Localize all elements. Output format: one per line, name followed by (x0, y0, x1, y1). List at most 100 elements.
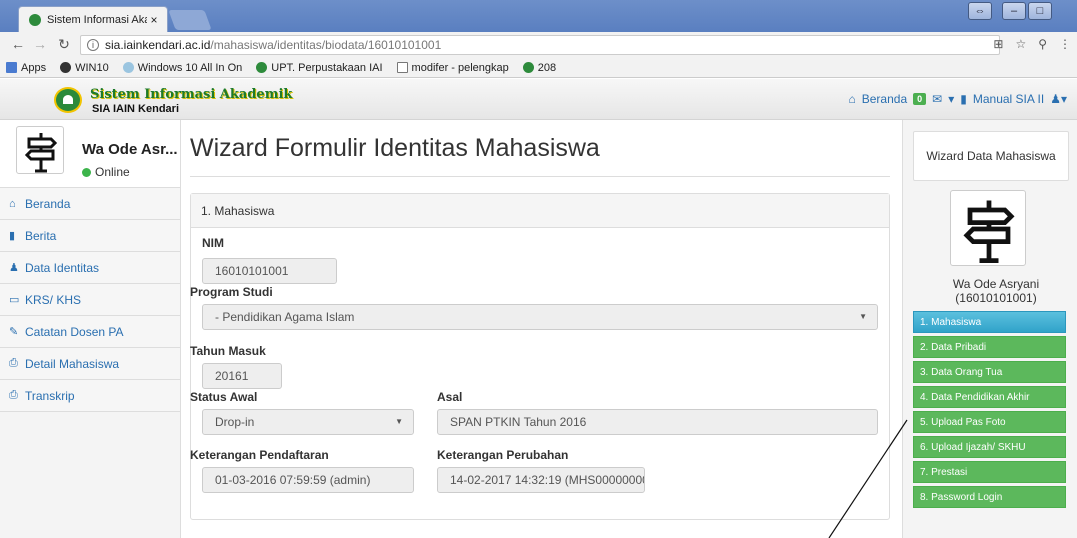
wizard-user-info: Wa Ode Asryani (16010101001) (913, 277, 1077, 305)
browser-titlebar: Sistem Informasi Akaden × ⇔ – □ (0, 0, 1077, 32)
page-icon (396, 62, 408, 73)
book-icon: ▮ (960, 92, 967, 106)
user-menu-icon[interactable]: ♟▾ (1050, 92, 1067, 106)
ket-perubahan-field[interactable]: 14-02-2017 14:32:19 (MHS00000000 (437, 467, 645, 493)
maximize-icon[interactable]: □ (1028, 2, 1052, 20)
info-icon[interactable]: i (87, 39, 99, 51)
envelope-icon[interactable]: ✉ (932, 92, 942, 106)
tab-close-icon[interactable]: × (147, 13, 161, 27)
translate-icon[interactable]: ⊞ (993, 37, 1003, 51)
online-status: Online (82, 165, 130, 179)
wizard-step-password-login[interactable]: 8. Password Login (913, 486, 1066, 508)
page-title: Wizard Formulir Identitas Mahasiswa (190, 134, 600, 162)
prodi-select[interactable]: - Pendidikan Agama Islam ▼ (202, 304, 878, 330)
wizard-user-nim: (16010101001) (955, 291, 1037, 305)
bookmark-apps[interactable]: Apps (6, 62, 46, 74)
tahun-masuk-field[interactable]: 20161 (202, 363, 282, 389)
new-tab-button[interactable] (168, 10, 212, 30)
prodi-label: Program Studi (190, 285, 273, 299)
signpost-icon (963, 200, 1015, 264)
avatar (16, 126, 64, 174)
back-icon[interactable]: ← (8, 36, 28, 52)
site-favicon-icon (29, 13, 41, 26)
home-icon: ⌂ (9, 197, 16, 210)
reload-icon[interactable]: ↻ (54, 36, 74, 53)
bookmark-star-icon[interactable]: ☆ (1015, 37, 1026, 51)
bookmark-win10[interactable]: WIN10 (60, 62, 109, 74)
panel-heading: 1. Mahasiswa (191, 194, 889, 228)
folder-icon: ▭ (9, 294, 20, 306)
url-field[interactable]: i sia.iainkendari.ac.id/mahasiswa/identi… (80, 35, 1000, 55)
minimize-icon[interactable]: – (1002, 2, 1026, 20)
sidebar-item-krs-khs[interactable]: ▭ KRS/ KHS (0, 284, 180, 316)
brand-title: Sistem Informasi Akademik (90, 87, 293, 102)
left-sidebar: Wa Ode Asr... Online ⌂ Beranda ▮ Berita ♟ D… (0, 120, 181, 538)
wizard-user-name: Wa Ode Asryani (952, 277, 1040, 291)
sidebar-item-data-identitas[interactable]: ♟ Data Identitas (0, 252, 180, 284)
status-awal-select[interactable]: Drop-in ▼ (202, 409, 414, 435)
bookmark-icon (256, 62, 268, 73)
nav-beranda-link[interactable]: Beranda (862, 92, 907, 106)
sidebar-item-beranda[interactable]: ⌂ Beranda (0, 188, 180, 220)
ket-pendaftaran-label: Keterangan Pendaftaran (190, 448, 329, 462)
wizard-step-mahasiswa[interactable]: 1. Mahasiswa (913, 311, 1066, 333)
tab-title: Sistem Informasi Akaden (47, 13, 147, 26)
forward-icon[interactable]: → (30, 36, 50, 52)
apps-grid-icon (6, 62, 17, 73)
sidebar-item-berita[interactable]: ▮ Berita (0, 220, 180, 252)
bookmark-icon (522, 62, 534, 73)
wizard-step-data-orang-tua[interactable]: 3. Data Orang Tua (913, 361, 1066, 383)
chevron-down-icon[interactable]: ▾ (948, 92, 954, 106)
nav-manual-link[interactable]: Manual SIA II (973, 92, 1044, 106)
window-controls-right: – □ (1000, 2, 1052, 20)
bookmark-icon (122, 62, 134, 73)
url-path: /mahasiswa/identitas/biodata/16010101001 (210, 38, 442, 52)
home-icon: ⌂ (848, 92, 856, 106)
bookmarks-bar: Apps WIN10 Windows 10 All In On UPT. Per… (0, 58, 1077, 78)
sidebar-item-catatan-dosen[interactable]: ✎ Catatan Dosen PA (0, 316, 180, 348)
chevron-down-icon: ▼ (859, 312, 867, 321)
message-count-badge[interactable]: 0 (913, 93, 927, 105)
tahun-masuk-label: Tahun Masuk (190, 344, 266, 358)
top-nav: ⌂ Beranda 0 ✉ ▾ ▮ Manual SIA II ♟▾ (849, 92, 1068, 106)
wizard-step-upload-pas-foto[interactable]: 5. Upload Pas Foto (913, 411, 1066, 433)
sidebar-item-transkrip[interactable]: ⎙ Transkrip (0, 380, 180, 412)
user-profile: Wa Ode Asr... Online (0, 120, 180, 188)
ket-pendaftaran-field[interactable]: 01-03-2016 07:59:59 (admin) (202, 467, 414, 493)
bookmark-icon (60, 62, 72, 73)
wizard-title: Wizard Data Mahasiswa (913, 131, 1069, 181)
extension-icon[interactable]: ⚲ (1038, 37, 1047, 51)
signpost-icon (24, 133, 58, 173)
bookmark-208[interactable]: 208 (522, 62, 556, 74)
wizard-step-pendidikan-akhir[interactable]: 4. Data Pendidikan Akhir (913, 386, 1066, 408)
wizard-step-upload-ijazah[interactable]: 6. Upload Ijazah/ SKHU (913, 436, 1066, 458)
menu-kebab-icon[interactable]: ⋮ (1059, 37, 1071, 51)
online-dot-icon (82, 167, 91, 177)
bookmark-modifer[interactable]: modifer - pelengkap (396, 62, 509, 74)
restore-small-icon[interactable]: ⇔ (968, 2, 992, 20)
status-awal-label: Status Awal (190, 390, 258, 404)
iain-logo-icon (54, 87, 82, 113)
print-icon: ⎙ (9, 357, 18, 369)
chevron-down-icon: ▼ (395, 417, 403, 426)
app-header: Sistem Informasi Akademik SIA IAIN Kenda… (0, 79, 1077, 120)
nim-field[interactable]: 16010101001 (202, 258, 337, 284)
wizard-step-prestasi[interactable]: 7. Prestasi (913, 461, 1066, 483)
user-icon: ♟ (9, 262, 19, 274)
edit-icon: ✎ (9, 326, 19, 338)
asal-field[interactable]: SPAN PTKIN Tahun 2016 (437, 409, 878, 435)
user-name: Wa Ode Asr... (82, 141, 178, 158)
wizard-step-data-pribadi[interactable]: 2. Data Pribadi (913, 336, 1066, 358)
bookmark-perpustakaan[interactable]: UPT. Perpustakaan IAI (256, 62, 383, 74)
ket-perubahan-label: Keterangan Perubahan (437, 448, 569, 462)
sidebar-item-detail-mahasiswa[interactable]: ⎙ Detail Mahasiswa (0, 348, 180, 380)
address-toolbar: ← → ↻ i sia.iainkendari.ac.id/mahasiswa/… (0, 32, 1077, 58)
nim-label: NIM (202, 236, 224, 250)
browser-tab[interactable]: Sistem Informasi Akaden × (18, 6, 168, 32)
title-divider (190, 176, 890, 177)
browser-extension-icons: ⊞ ☆ ⚲ ⋮ (993, 37, 1071, 51)
window-controls: ⇔ (966, 2, 992, 20)
book-icon: ▮ (9, 230, 16, 242)
bookmark-windows10[interactable]: Windows 10 All In On (122, 62, 242, 74)
print-icon: ⎙ (9, 389, 18, 401)
